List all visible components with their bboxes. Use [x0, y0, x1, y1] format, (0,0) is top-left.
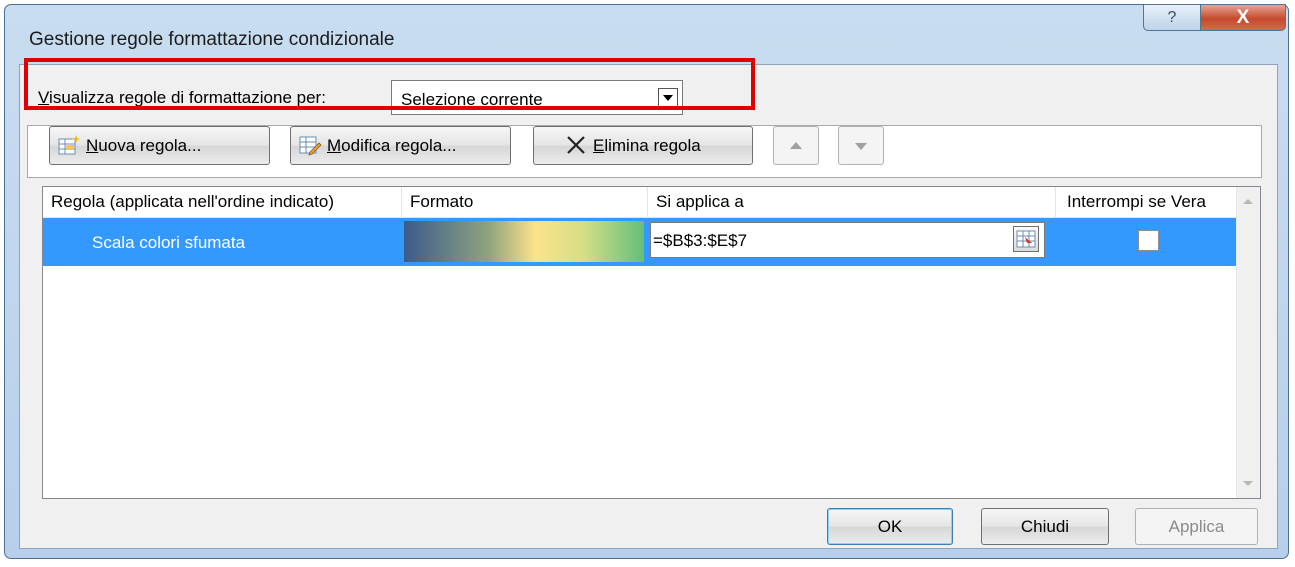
move-down-button[interactable]	[838, 126, 884, 165]
close-window-button[interactable]: X	[1200, 4, 1286, 31]
arrow-up-icon	[790, 142, 802, 149]
edit-rule-icon	[299, 136, 322, 156]
delete-icon	[567, 136, 585, 154]
show-rules-label: Visualizza regole di formattazione per:	[38, 88, 326, 107]
rules-list-header: Regola (applicata nell'ordine indicato) …	[43, 187, 1236, 218]
column-header-rule[interactable]: Regola (applicata nell'ordine indicato)	[43, 187, 402, 217]
title-bar[interactable]: Gestione regole formattazione condiziona…	[5, 4, 1288, 69]
new-rule-icon	[58, 135, 80, 155]
scroll-down-icon[interactable]	[1243, 481, 1253, 486]
table-row[interactable]: Scala colori sfumata =$B$3:$E$7	[43, 218, 1236, 266]
new-rule-label: Nuova regola...	[86, 136, 202, 155]
help-button[interactable]: ?	[1143, 4, 1201, 31]
chevron-down-icon[interactable]	[658, 88, 678, 107]
edit-rule-label: Modifica regola...	[327, 136, 457, 155]
dialog-body: Visualizza regole di formattazione per: …	[19, 64, 1278, 549]
range-select-button[interactable]	[1013, 226, 1039, 252]
dialog-window: Gestione regole formattazione condiziona…	[4, 4, 1289, 559]
column-header-format[interactable]: Formato	[402, 187, 648, 217]
column-header-stop-if-true[interactable]: Interrompi se Vera	[1056, 187, 1236, 217]
stop-if-true-checkbox[interactable]	[1138, 230, 1159, 251]
rules-list: Regola (applicata nell'ordine indicato) …	[42, 186, 1261, 499]
applies-to-input[interactable]: =$B$3:$E$7	[650, 222, 1045, 258]
format-preview-gradient	[404, 221, 644, 262]
column-header-applies-to[interactable]: Si applica a	[648, 187, 1056, 217]
vertical-scrollbar[interactable]	[1236, 187, 1260, 498]
new-rule-button[interactable]: Nuova regola...	[49, 126, 270, 165]
scroll-up-icon[interactable]	[1243, 199, 1253, 204]
rules-toolbar: Nuova regola... Modifica regola... Elimi…	[27, 125, 1262, 178]
window-title: Gestione regole formattazione condiziona…	[29, 29, 395, 50]
move-up-button[interactable]	[773, 126, 819, 165]
close-button[interactable]: Chiudi	[981, 508, 1109, 545]
edit-rule-button[interactable]: Modifica regola...	[290, 126, 511, 165]
delete-rule-label: Elimina regola	[593, 136, 701, 155]
ok-button[interactable]: OK	[827, 508, 953, 545]
show-rules-dropdown[interactable]: Selezione corrente	[391, 80, 683, 115]
apply-button[interactable]: Applica	[1135, 508, 1258, 545]
rule-name: Scala colori sfumata	[92, 233, 246, 252]
delete-rule-button[interactable]: Elimina regola	[533, 126, 753, 165]
range-select-icon	[1016, 230, 1036, 248]
arrow-down-icon	[855, 143, 867, 150]
show-rules-value: Selezione corrente	[401, 90, 543, 109]
applies-to-value: =$B$3:$E$7	[653, 231, 748, 250]
